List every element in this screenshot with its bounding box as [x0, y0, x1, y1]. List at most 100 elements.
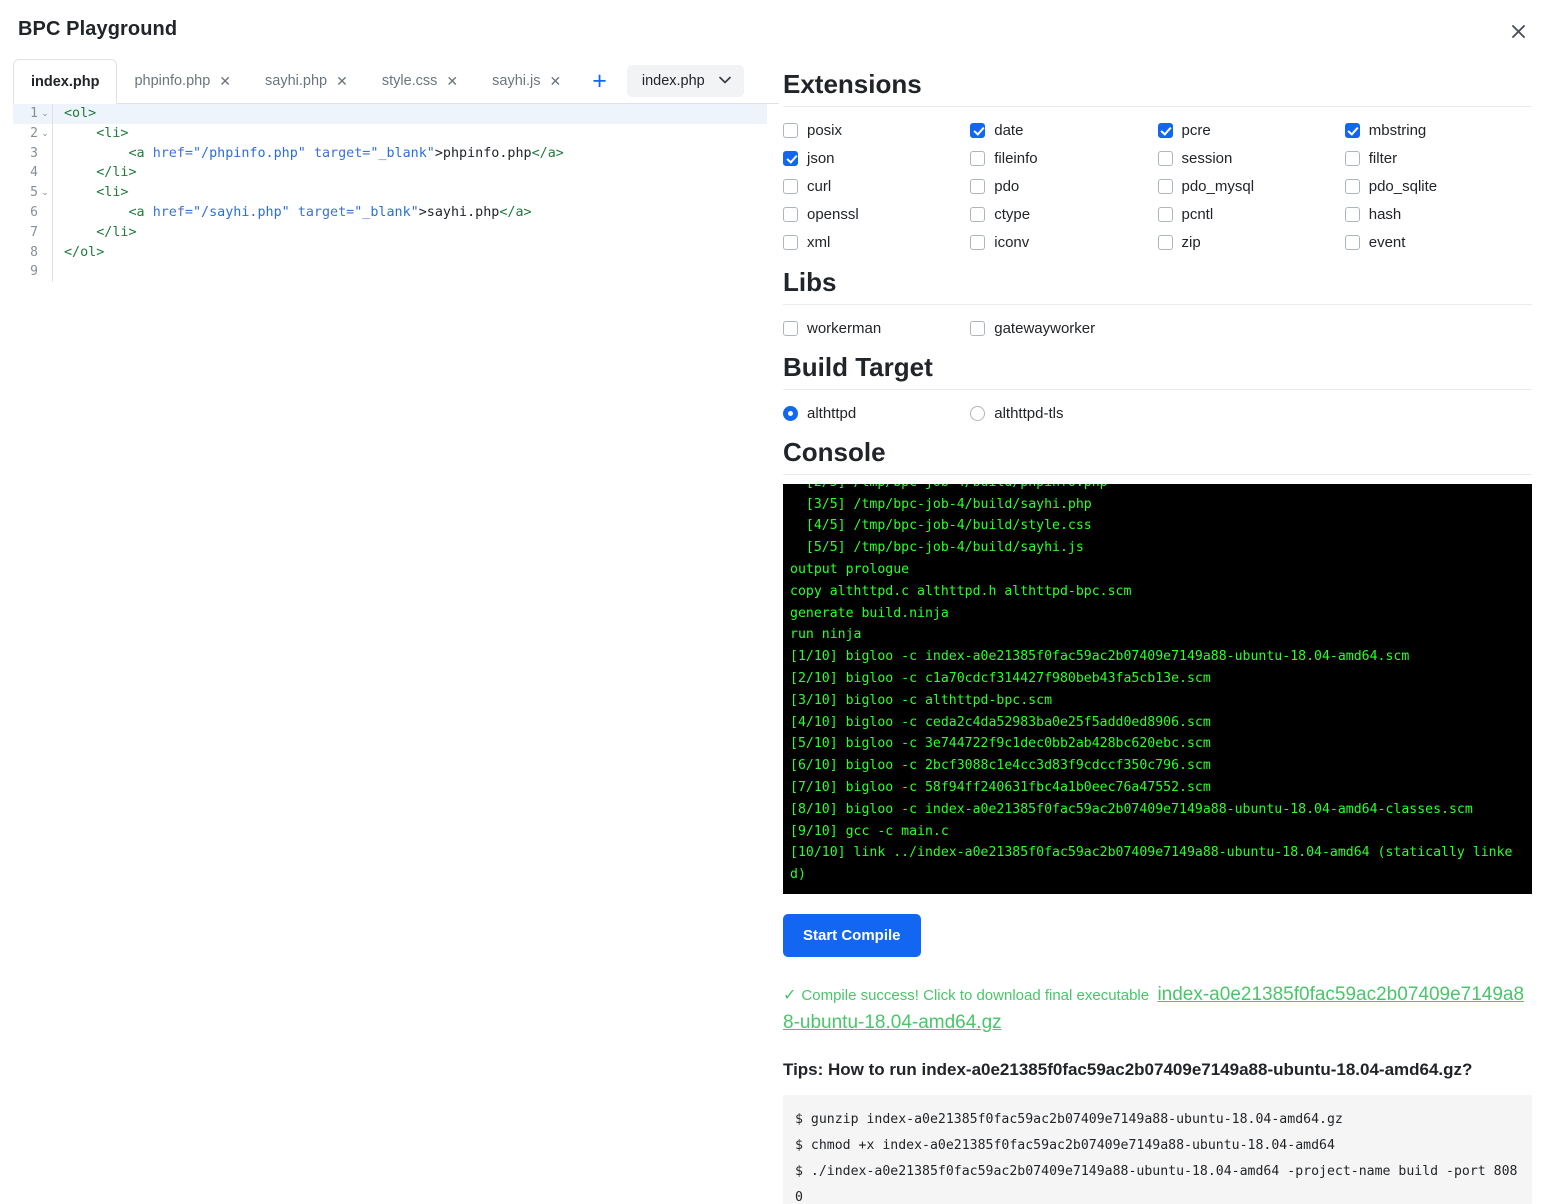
checkbox[interactable] [1157, 234, 1173, 250]
extension-option-iconv[interactable]: iconv [970, 228, 1157, 256]
extension-option-openssl[interactable]: openssl [783, 200, 970, 228]
checkbox[interactable] [1157, 122, 1173, 138]
extension-option-event[interactable]: event [1344, 228, 1532, 256]
console-line: [4/5] /tmp/bpc-job-4/build/style.css [790, 518, 1092, 534]
code-text: <a href="/phpinfo.php" target="_blank">p… [53, 144, 564, 164]
checkbox[interactable] [970, 234, 986, 250]
extension-option-pdo_sqlite[interactable]: pdo_sqlite [1344, 172, 1532, 200]
extension-option-label: pcre [1181, 121, 1211, 139]
checkbox[interactable] [1157, 178, 1173, 194]
file-tab-index-php[interactable]: index.php [13, 59, 118, 104]
code-text: </ol> [53, 243, 104, 263]
code-editor[interactable]: 1 ⌄ <ol> 2 ⌄ <li> 3 <a href="/phpinfo.php" ta… [13, 104, 767, 1194]
console-line: [7/10] bigloo -c 58f94ff240631fbc4a1b0ee… [790, 780, 1211, 796]
code-token: </ol> [64, 244, 105, 260]
code-token: </li> [96, 165, 137, 181]
checkbox[interactable] [1344, 150, 1360, 166]
checkbox[interactable] [1157, 150, 1173, 166]
file-select-value: index.php [641, 73, 705, 89]
console-output[interactable]: [2/5] /tmp/bpc-job-4/build/phpinfo.php [… [783, 484, 1532, 894]
extension-option-label: mbstring [1368, 121, 1427, 139]
file-tab-style-css[interactable]: style.css ✕ [365, 59, 475, 103]
file-tab-sayhi-php[interactable]: sayhi.php ✕ [248, 59, 365, 103]
lib-option-workerman[interactable]: workerman [783, 314, 970, 342]
checkbox[interactable] [1344, 206, 1360, 222]
extension-option-mbstring[interactable]: mbstring [1344, 116, 1532, 144]
checkbox[interactable] [970, 150, 986, 166]
extension-option-posix[interactable]: posix [783, 116, 970, 144]
checkbox[interactable] [783, 206, 798, 222]
extension-option-pdo[interactable]: pdo [970, 172, 1157, 200]
extension-option-session[interactable]: session [1157, 144, 1345, 172]
code-token: </li> [96, 224, 137, 240]
checkbox[interactable] [783, 178, 798, 194]
extension-option-filter[interactable]: filter [1344, 144, 1532, 172]
extension-option-label: pcntl [1181, 205, 1214, 223]
console-line: [5/10] bigloo -c 3e744722f9c1dec0bb2ab42… [790, 736, 1211, 752]
build-target-grid: althttpd althttpd-tls [783, 399, 1532, 427]
file-select-dropdown[interactable]: index.php [626, 65, 744, 97]
start-compile-button[interactable]: Start Compile [783, 914, 921, 957]
code-token: "_blank" [370, 145, 435, 161]
file-tab-label: sayhi.php [265, 73, 328, 89]
extension-option-ctype[interactable]: ctype [970, 200, 1157, 228]
checkbox[interactable] [783, 150, 798, 166]
file-tab-phpinfo-php[interactable]: phpinfo.php ✕ [117, 59, 248, 103]
extension-option-hash[interactable]: hash [1344, 200, 1532, 228]
lib-option-gatewayworker[interactable]: gatewayworker [970, 314, 1157, 342]
extension-option-curl[interactable]: curl [783, 172, 970, 200]
extension-option-zip[interactable]: zip [1157, 228, 1345, 256]
tips-title: Tips: How to run index-a0e21385f0fac59ac… [783, 1060, 1473, 1079]
shell-command: $ gunzip index-a0e21385f0fac59ac2b07409e… [795, 1112, 1343, 1127]
fold-chevron-icon[interactable]: ⌄ [38, 104, 52, 124]
checkbox[interactable] [1157, 206, 1173, 222]
line-number: 6 [30, 204, 38, 220]
code-token: "/sayhi.php" [193, 204, 290, 220]
extension-option-label: posix [807, 121, 843, 139]
extension-option-label: json [807, 149, 835, 167]
build-target-option-althttpd-tls[interactable]: althttpd-tls [970, 399, 1157, 427]
checkbox[interactable] [970, 178, 986, 194]
line-number: 7 [30, 224, 38, 240]
code-text: <li> [53, 124, 129, 144]
checkbox[interactable] [1344, 178, 1360, 194]
extension-option-json[interactable]: json [783, 144, 970, 172]
build-target-option-althttpd[interactable]: althttpd [783, 399, 970, 427]
tab-close-icon[interactable]: ✕ [219, 74, 231, 88]
tab-close-icon[interactable]: ✕ [336, 74, 348, 88]
checkbox[interactable] [970, 122, 986, 138]
checkbox[interactable] [783, 320, 798, 336]
libs-grid: workerman gatewayworker [783, 314, 1532, 342]
code-token: <li> [96, 125, 129, 141]
extension-option-pdo_mysql[interactable]: pdo_mysql [1157, 172, 1345, 200]
console-line: [2/5] /tmp/bpc-job-4/build/phpinfo.php [790, 484, 1525, 494]
checkbox[interactable] [1344, 234, 1360, 250]
tab-close-icon[interactable]: ✕ [550, 74, 562, 88]
checkbox[interactable] [783, 122, 798, 138]
fold-chevron-icon[interactable]: ⌄ [38, 124, 52, 144]
close-icon[interactable] [1503, 16, 1533, 46]
radio-button[interactable] [970, 405, 986, 421]
fold-chevron-icon[interactable]: ⌄ [38, 183, 52, 203]
checkbox[interactable] [783, 234, 798, 250]
radio-button[interactable] [783, 405, 798, 421]
checkbox[interactable] [1344, 122, 1360, 138]
extension-option-xml[interactable]: xml [783, 228, 970, 256]
code-token: >phpinfo.php [434, 145, 532, 161]
tab-close-icon[interactable]: ✕ [446, 74, 458, 88]
extension-option-pcre[interactable]: pcre [1157, 116, 1345, 144]
code-token: href= [152, 145, 193, 161]
code-token: target= [313, 145, 371, 161]
extension-option-label: zip [1181, 233, 1201, 251]
extension-option-pcntl[interactable]: pcntl [1157, 200, 1345, 228]
checkbox[interactable] [970, 320, 986, 336]
console-heading: Console [783, 437, 1532, 475]
checkbox[interactable] [970, 206, 986, 222]
extension-option-fileinfo[interactable]: fileinfo [970, 144, 1157, 172]
add-tab-button[interactable]: + [578, 69, 621, 94]
extension-option-date[interactable]: date [970, 116, 1157, 144]
line-number: 3 [30, 145, 38, 161]
file-tab-sayhi-js[interactable]: sayhi.js ✕ [475, 59, 578, 103]
console-line: [1/10] bigloo -c index-a0e21385f0fac59ac… [790, 649, 1410, 665]
